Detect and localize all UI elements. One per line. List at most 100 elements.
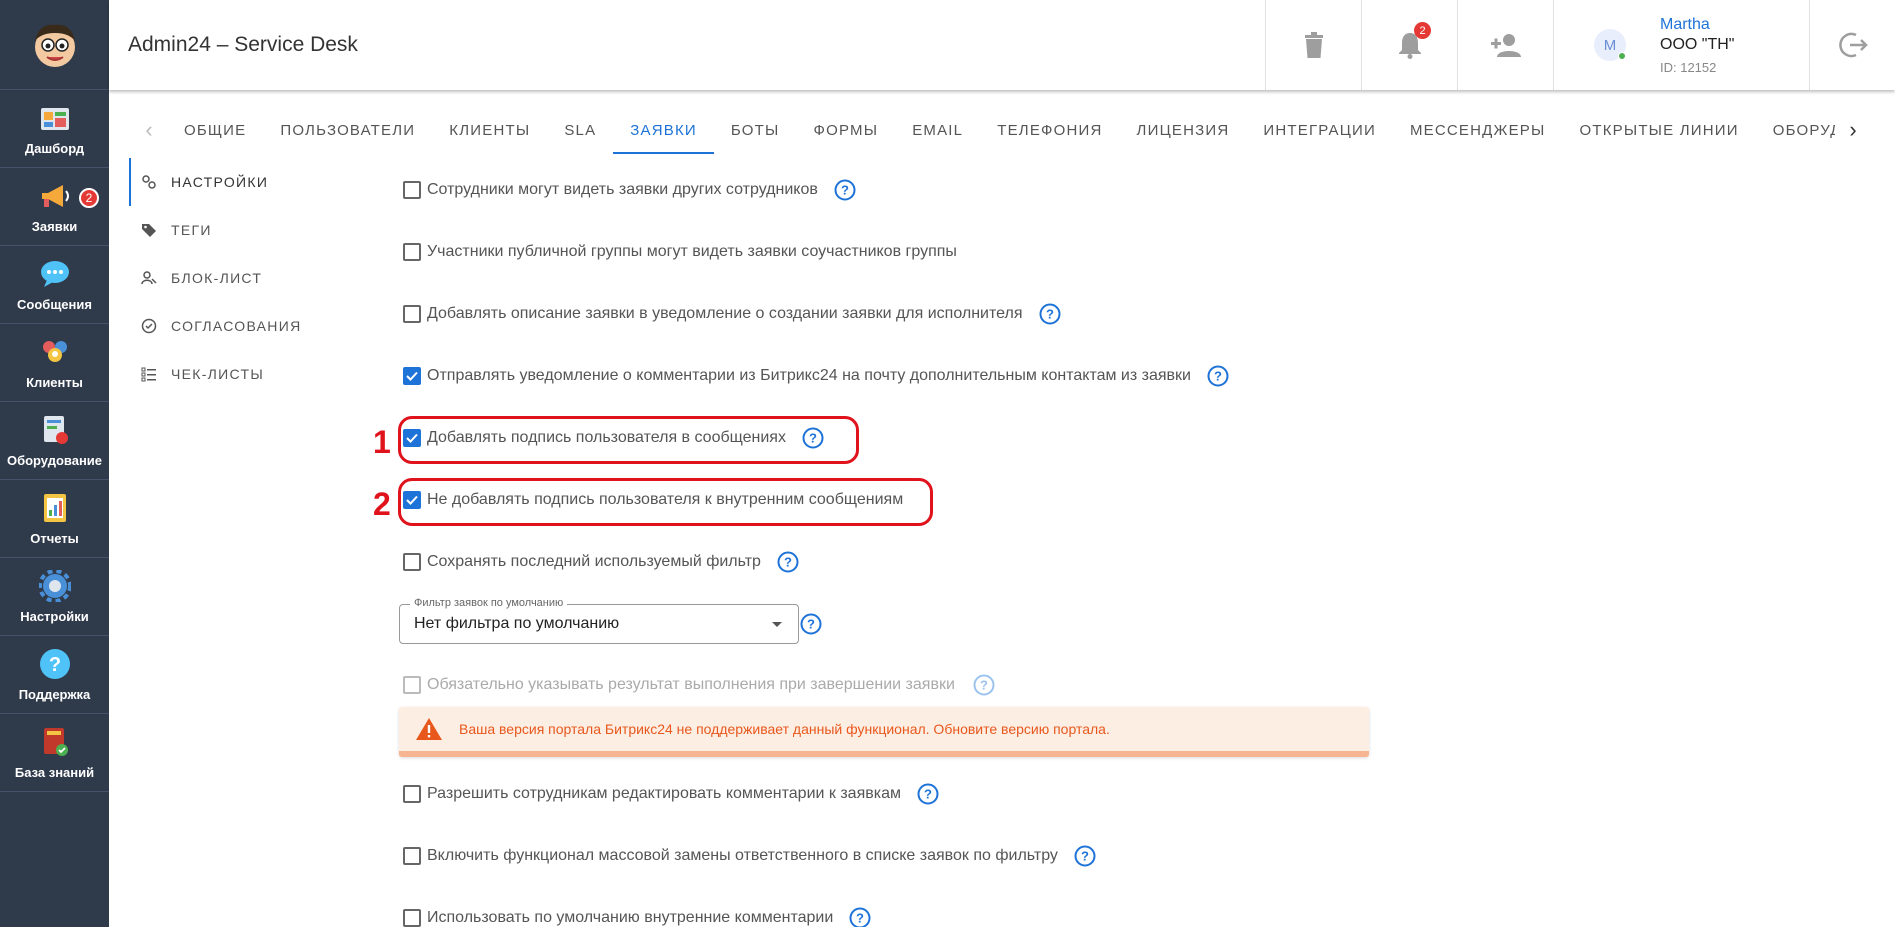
subnav-label: СОГЛАСОВАНИЯ	[171, 318, 302, 334]
default-filter-select[interactable]: Фильтр заявок по умолчанию Нет фильтра п…	[399, 597, 799, 644]
setting-checkbox[interactable]	[403, 553, 421, 571]
checkmark-icon	[406, 371, 418, 381]
user-name[interactable]: Martha	[1660, 16, 1734, 34]
setting-row-after-2: Использовать по умолчанию внутренние ком…	[400, 903, 871, 927]
add-user-icon	[1490, 34, 1521, 57]
tab-3[interactable]: SLA	[547, 106, 613, 154]
online-status-dot	[1618, 52, 1626, 60]
svg-text:?: ?	[924, 787, 932, 802]
sidebar-item-label: Сообщения	[17, 297, 92, 312]
subnav-label: БЛОК-ЛИСТ	[171, 270, 263, 286]
tab-10[interactable]: ИНТЕГРАЦИИ	[1246, 106, 1393, 154]
tab-11[interactable]: МЕССЕНДЖЕРЫ	[1393, 106, 1563, 154]
setting-row-after-1: Включить функционал массовой замены отве…	[400, 841, 1096, 871]
setting-help-button[interactable]: ?	[1039, 303, 1061, 325]
setting-label[interactable]: Включить функционал массовой замены отве…	[427, 847, 1058, 865]
dropdown-caret-icon	[772, 622, 782, 627]
logout-button[interactable]	[1809, 0, 1895, 90]
sidebar-item-label: Заявки	[31, 219, 78, 234]
subnav-item-2[interactable]: БЛОК-ЛИСТ	[129, 254, 329, 302]
setting-help-button[interactable]: ?	[777, 551, 799, 573]
tab-2[interactable]: КЛИЕНТЫ	[432, 106, 547, 154]
setting-help-button[interactable]: ?	[834, 179, 856, 201]
app-title: Admin24 – Service Desk	[128, 33, 358, 56]
help-icon: ?	[800, 613, 822, 635]
help-icon: ?	[973, 674, 995, 696]
setting-label[interactable]: Использовать по умолчанию внутренние ком…	[427, 909, 833, 927]
sidebar-item-7[interactable]: ? Поддержка	[0, 636, 109, 714]
annotation-box-1	[398, 416, 859, 464]
subnav-item-0[interactable]: НАСТРОЙКИ	[129, 158, 329, 206]
user-profile[interactable]: M Martha ООО "ТН" ID: 12152	[1553, 0, 1809, 90]
default-filter-value: Нет фильтра по умолчанию	[414, 615, 620, 632]
notifications-badge: 2	[1414, 22, 1431, 39]
setting-label[interactable]: Отправлять уведомление о комментарии из …	[427, 367, 1191, 385]
default-filter-help-button[interactable]: ?	[800, 613, 822, 635]
tab-8[interactable]: ТЕЛЕФОНИЯ	[980, 106, 1119, 154]
tab-6[interactable]: ФОРМЫ	[797, 106, 896, 154]
setting-checkbox[interactable]	[403, 181, 421, 199]
sub-navigation: НАСТРОЙКИ ТЕГИ БЛОК-ЛИСТ СОГЛАСОВАНИЯ ЧЕК-ЛИ…	[129, 158, 329, 398]
sidebar-item-5[interactable]: Отчеты	[0, 480, 109, 558]
trash-button[interactable]	[1265, 0, 1361, 90]
approval-icon	[141, 318, 157, 334]
tab-4[interactable]: ЗАЯВКИ	[613, 106, 714, 154]
sidebar-item-0[interactable]: Дашборд	[0, 90, 109, 168]
chevron-right-icon: ›	[1849, 117, 1857, 142]
setting-label[interactable]: Участники публичной группы могут видеть …	[427, 243, 957, 261]
subnav-item-4[interactable]: ЧЕК-ЛИСТЫ	[129, 350, 329, 398]
subnav-item-3[interactable]: СОГЛАСОВАНИЯ	[129, 302, 329, 350]
setting-help-button[interactable]: ?	[1207, 365, 1229, 387]
setting-row-1: Участники публичной группы могут видеть …	[400, 237, 957, 267]
add-user-button[interactable]	[1457, 0, 1553, 90]
svg-text:?: ?	[1046, 307, 1054, 322]
setting-label[interactable]: Добавлять описание заявки в уведомление …	[427, 305, 1023, 323]
subnav-icon	[141, 174, 163, 190]
tab-9[interactable]: ЛИЦЕНЗИЯ	[1120, 106, 1247, 154]
sidebar-item-label: Отчеты	[30, 531, 79, 546]
sidebar-item-8[interactable]: База знаний	[0, 714, 109, 792]
avatar[interactable]: M	[1594, 29, 1626, 61]
logout-icon	[1838, 32, 1868, 58]
default-filter-legend: Фильтр заявок по умолчанию	[410, 597, 568, 609]
setting-help-button[interactable]: ?	[917, 783, 939, 805]
trash-icon	[1304, 32, 1323, 58]
tab-5[interactable]: БОТЫ	[714, 106, 797, 154]
dashboard-icon	[38, 101, 72, 135]
tabs-scroll-right[interactable]: ›	[1835, 106, 1871, 154]
equipment-icon	[38, 413, 72, 447]
setting-require-result: Обязательно указывать результат выполнен…	[400, 670, 995, 700]
setting-label: Обязательно указывать результат выполнен…	[427, 676, 955, 693]
setting-help-button[interactable]: ?	[1074, 845, 1096, 867]
settings-tabs: ‹ ОБЩИЕ ПОЛЬЗОВАТЕЛИ КЛИЕНТЫ SLA ЗАЯВКИ БОТЫ Ф…	[131, 106, 1871, 154]
tab-12[interactable]: ОТКРЫТЫЕ ЛИНИИ	[1562, 106, 1755, 154]
subnav-icon	[141, 318, 163, 334]
setting-checkbox[interactable]	[403, 909, 421, 927]
setting-checkbox[interactable]	[403, 243, 421, 261]
user-id: ID: 12152	[1660, 59, 1717, 75]
sidebar-item-2[interactable]: Сообщения	[0, 246, 109, 324]
setting-checkbox[interactable]	[403, 367, 421, 385]
tabs-scroll-left[interactable]: ‹	[131, 106, 167, 154]
sidebar-item-3[interactable]: Клиенты	[0, 324, 109, 402]
setting-checkbox[interactable]	[403, 305, 421, 323]
setting-label[interactable]: Сохранять последний используемый фильтр	[427, 553, 761, 571]
setting-checkbox[interactable]	[403, 785, 421, 803]
setting-checkbox[interactable]	[403, 847, 421, 865]
notifications-button[interactable]: 2	[1361, 0, 1457, 90]
help-icon: ?	[38, 647, 72, 681]
svg-text:?: ?	[1081, 849, 1089, 864]
sidebar-item-6[interactable]: Настройки	[0, 558, 109, 636]
tab-0[interactable]: ОБЩИЕ	[167, 106, 263, 154]
setting-label[interactable]: Сотрудники могут видеть заявки других со…	[427, 181, 818, 199]
tab-7[interactable]: EMAIL	[895, 106, 980, 154]
tab-1[interactable]: ПОЛЬЗОВАТЕЛИ	[263, 106, 432, 154]
setting-label[interactable]: Разрешить сотрудникам редактировать комм…	[427, 785, 901, 803]
tab-13[interactable]: ОБОРУДОВАН	[1756, 106, 1835, 154]
setting-help-button[interactable]: ?	[849, 907, 871, 927]
sidebar-item-4[interactable]: Оборудование	[0, 402, 109, 480]
sidebar-item-1[interactable]: Заявки 2	[0, 168, 109, 246]
subnav-item-1[interactable]: ТЕГИ	[129, 206, 329, 254]
subnav-icon	[141, 270, 163, 286]
app-logo[interactable]	[0, 0, 109, 90]
